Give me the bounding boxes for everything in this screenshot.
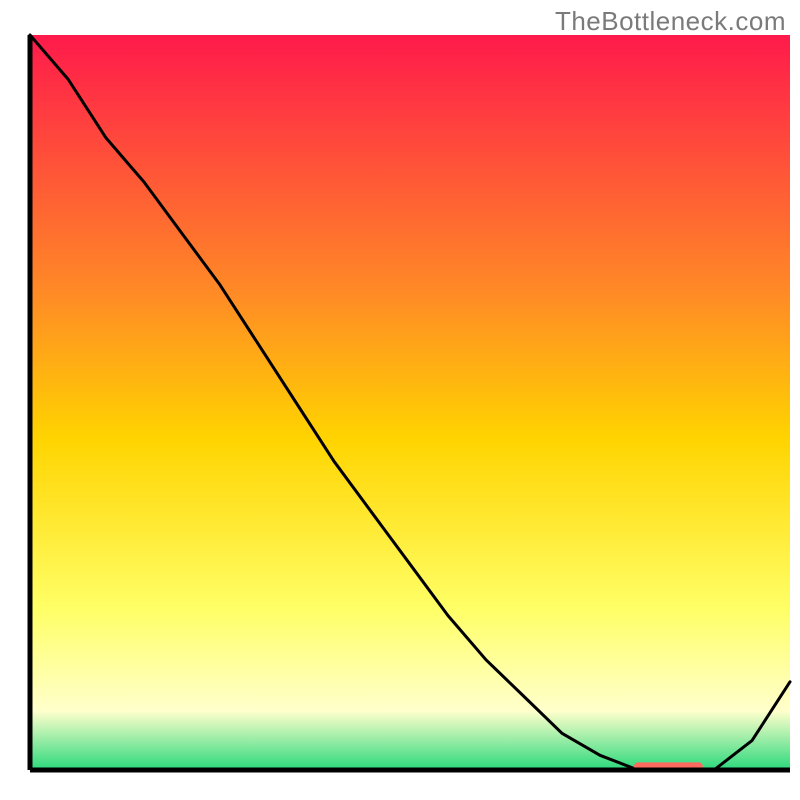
gradient-background — [30, 35, 790, 770]
chart-container: { "watermark": "TheBottleneck.com", "col… — [0, 0, 800, 800]
chart-svg — [0, 0, 800, 800]
